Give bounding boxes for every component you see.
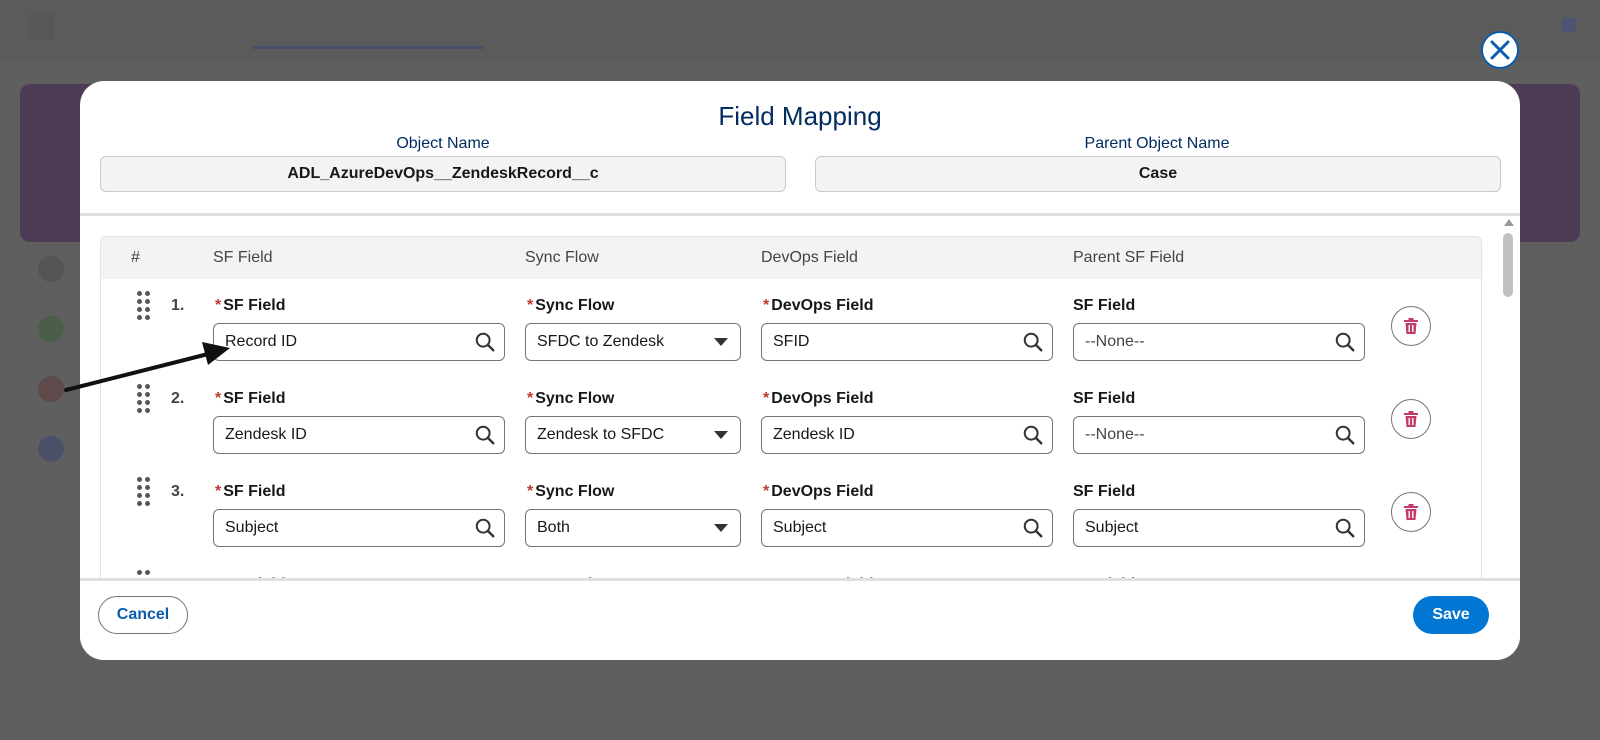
table-row: 1. * SF Field Record ID * Sync Flow SFDC t… (101, 279, 1481, 375)
sf-field-input[interactable]: Record ID (213, 323, 505, 361)
search-icon (1023, 332, 1043, 352)
sync-flow-value: Zendesk to SFDC (537, 426, 665, 443)
devops-field-value: Zendesk ID (773, 426, 855, 443)
object-name-value: ADL_AzureDevOps__ZendeskRecord__c (287, 165, 599, 182)
field-mapping-modal: Field Mapping Object Name ADL_AzureDevOp… (80, 81, 1520, 660)
table-header: # SF Field Sync Flow DevOps Field Parent… (101, 237, 1481, 279)
row-number: 2. (171, 390, 185, 407)
devops-field-value: Subject (773, 519, 827, 536)
background-user-icon (1562, 18, 1576, 32)
sync-flow-select[interactable]: Both (525, 509, 741, 547)
sf-field-label: *SF Field (215, 483, 286, 500)
parent-sf-field-value: --None-- (1085, 333, 1145, 350)
delete-row-button[interactable] (1391, 492, 1431, 532)
object-name-label: Object Name (396, 135, 490, 152)
search-icon (1335, 425, 1355, 445)
search-icon (475, 332, 495, 352)
background-tab-underline (252, 46, 484, 49)
modal-title: Field Mapping (718, 101, 882, 131)
search-icon (1335, 332, 1355, 352)
delete-row-button[interactable] (1391, 399, 1431, 439)
parent-object-name-field: Case (815, 156, 1501, 192)
trash-icon (1404, 318, 1418, 334)
devops-field-input[interactable]: Zendesk ID (761, 416, 1053, 454)
column-header-sf-field: SF Field (213, 249, 273, 266)
parent-sf-field-input[interactable]: --None-- (1073, 416, 1365, 454)
parent-sf-field-input[interactable]: Subject (1073, 509, 1365, 547)
delete-row-button[interactable] (1391, 306, 1431, 346)
drag-handle-icon[interactable] (137, 384, 151, 413)
parent-sf-field-value: Subject (1085, 519, 1139, 536)
sync-flow-label: *Sync Flow (527, 390, 615, 407)
sync-flow-select[interactable]: SFDC to Zendesk (525, 323, 741, 361)
parent-sf-field-value: --None-- (1085, 426, 1145, 443)
background-list-icon (38, 376, 64, 402)
background-list-icon (38, 256, 64, 282)
chevron-down-icon (714, 431, 728, 439)
background-menu-icon (28, 14, 54, 40)
chevron-down-icon (714, 524, 728, 532)
sf-field-value: Subject (225, 519, 279, 536)
devops-field-value: SFID (773, 333, 810, 350)
sf-field-value: Record ID (225, 333, 298, 350)
table-row: 2. * SF Field Zendesk ID * Sync Flow Zende… (101, 372, 1481, 468)
scroll-thumb[interactable] (1503, 233, 1513, 297)
background-list-icon (38, 436, 64, 462)
column-header-parent-sf-field: Parent SF Field (1073, 249, 1185, 266)
devops-field-label: *DevOps Field (763, 390, 874, 407)
parent-sf-field-label: SF Field (1073, 390, 1136, 407)
sf-field-label: *SF Field (215, 390, 286, 407)
sync-flow-select[interactable]: Zendesk to SFDC (525, 416, 741, 454)
parent-object-name-value: Case (1138, 165, 1178, 182)
chevron-down-icon (714, 338, 728, 346)
background-header (0, 0, 1600, 62)
sf-field-input[interactable]: Subject (213, 509, 505, 547)
trash-icon (1404, 504, 1418, 520)
parent-sf-field-label: SF Field (1073, 483, 1136, 500)
search-icon (1335, 518, 1355, 538)
cancel-button[interactable]: Cancel (98, 596, 188, 634)
devops-field-input[interactable]: SFID (761, 323, 1053, 361)
devops-field-input[interactable]: Subject (761, 509, 1053, 547)
trash-icon (1404, 411, 1418, 427)
devops-field-label: *DevOps Field (763, 297, 874, 314)
scroll-up-icon[interactable] (1504, 219, 1514, 226)
table-row: 3. * SF Field Subject * Sync Flow Both * De… (101, 465, 1481, 561)
parent-sf-field-input[interactable]: --None-- (1073, 323, 1365, 361)
save-button[interactable]: Save (1413, 596, 1489, 634)
row-number: 3. (171, 483, 185, 500)
sf-field-value: Zendesk ID (225, 426, 307, 443)
drag-handle-icon[interactable] (137, 477, 151, 506)
search-icon (1023, 425, 1043, 445)
column-header-number: # (131, 249, 140, 266)
drag-handle-icon[interactable] (137, 291, 151, 320)
search-icon (1023, 518, 1043, 538)
search-icon (475, 518, 495, 538)
header-divider (80, 213, 1520, 216)
row-number: 1. (171, 297, 185, 314)
parent-object-name-label: Parent Object Name (1084, 135, 1230, 152)
devops-field-label: *DevOps Field (763, 483, 874, 500)
sync-flow-label: *Sync Flow (527, 297, 615, 314)
background-list-icon (38, 316, 64, 342)
close-modal-button[interactable] (1481, 31, 1519, 69)
object-name-field: ADL_AzureDevOps__ZendeskRecord__c (100, 156, 786, 192)
sf-field-input[interactable]: Zendesk ID (213, 416, 505, 454)
modal-footer: Cancel Save (80, 578, 1520, 660)
sync-flow-value: SFDC to Zendesk (537, 333, 665, 350)
parent-sf-field-label: SF Field (1073, 297, 1136, 314)
sync-flow-label: *Sync Flow (527, 483, 615, 500)
close-icon (1490, 40, 1510, 60)
column-header-sync-flow: Sync Flow (525, 249, 599, 266)
search-icon (475, 425, 495, 445)
sf-field-label: *SF Field (215, 297, 286, 314)
sync-flow-value: Both (537, 519, 570, 536)
column-header-devops-field: DevOps Field (761, 249, 858, 266)
